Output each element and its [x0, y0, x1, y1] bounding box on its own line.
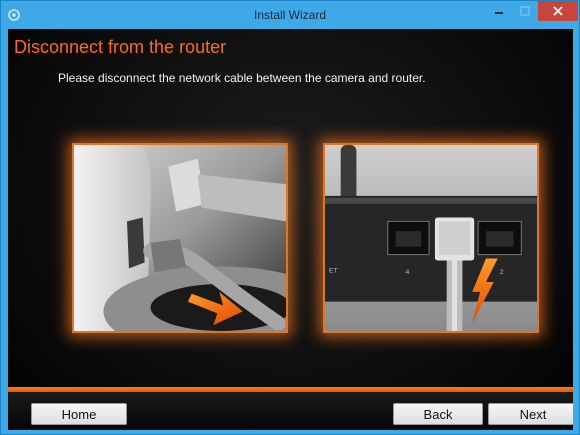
wizard-footer: Home Back Next [8, 392, 573, 430]
minimize-button[interactable] [486, 1, 512, 21]
page-title: Disconnect from the router [14, 37, 227, 57]
maximize-button[interactable] [512, 1, 538, 21]
instruction-text: Please disconnect the network cable betw… [58, 71, 426, 85]
port-label-4: 4 [405, 269, 409, 276]
close-icon [553, 6, 563, 16]
router-ports-illustration: ET 4 2 [325, 145, 537, 331]
install-wizard-window: Install Wizard Disconnect from the route… [0, 0, 580, 435]
port-label-2: 2 [500, 269, 504, 276]
title-bar[interactable]: Install Wizard [1, 1, 579, 29]
next-button[interactable]: Next [488, 403, 573, 425]
minimize-icon [495, 12, 503, 14]
camera-cable-photo [72, 143, 288, 333]
port-label-et: ET [329, 267, 339, 274]
wizard-content: Disconnect from the router Please discon… [8, 29, 573, 430]
back-button[interactable]: Back [393, 403, 483, 425]
router-ports-photo: ET 4 2 [323, 143, 539, 333]
camera-cable-illustration [74, 145, 286, 331]
home-button[interactable]: Home [31, 403, 127, 425]
maximize-icon [520, 6, 530, 16]
close-button[interactable] [538, 1, 578, 21]
